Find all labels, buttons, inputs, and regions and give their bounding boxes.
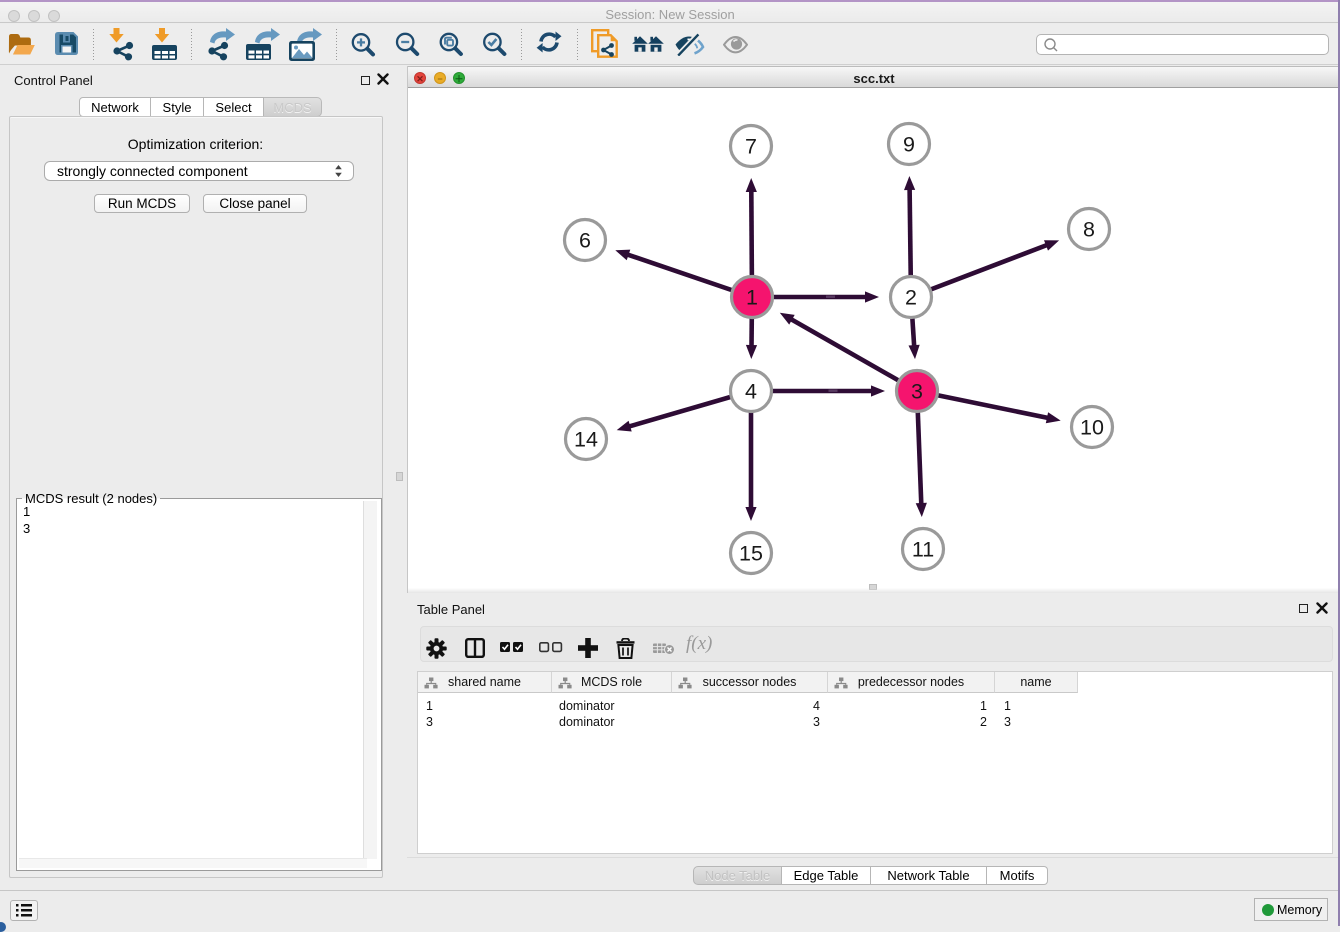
svg-text:1: 1 xyxy=(746,286,758,310)
svg-text:4: 4 xyxy=(745,380,757,404)
svg-text:2: 2 xyxy=(905,286,917,310)
svg-text:6: 6 xyxy=(579,229,591,253)
svg-text:9: 9 xyxy=(903,133,915,157)
svg-text:8: 8 xyxy=(1083,218,1095,242)
svg-text:3: 3 xyxy=(911,380,923,404)
svg-text:14: 14 xyxy=(574,428,598,452)
svg-text:10: 10 xyxy=(1080,416,1104,440)
svg-text:11: 11 xyxy=(912,538,934,562)
svg-text:15: 15 xyxy=(739,542,763,566)
svg-text:7: 7 xyxy=(745,135,757,159)
